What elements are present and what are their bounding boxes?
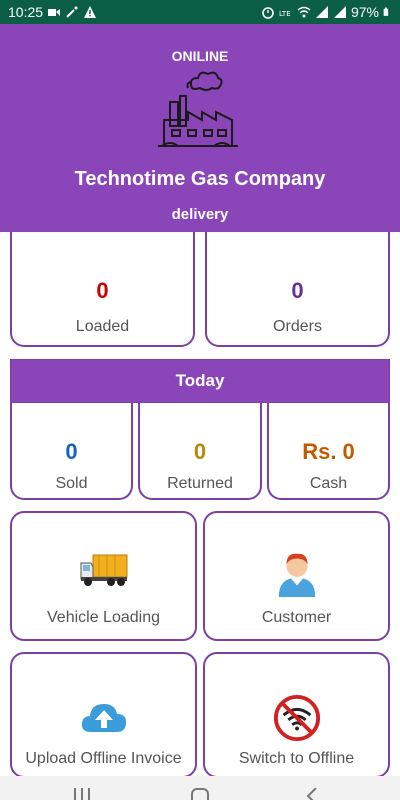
vehicle-loading-label: Vehicle Loading [47,609,160,626]
wifi-icon [297,6,311,18]
recents-icon[interactable] [72,788,92,800]
sold-label: Sold [55,475,88,492]
camera-icon [48,9,61,16]
today-title: Today [175,371,225,390]
signal-icon [315,6,328,18]
company-name: Technotime Gas Company [74,168,326,190]
loaded-label: Loaded [75,318,130,335]
cash-card[interactable]: Rs. 0 Cash [267,403,390,500]
back-icon[interactable] [302,788,322,800]
cash-label: Cash [309,475,348,492]
orders-card[interactable]: 0 Orders [205,232,390,347]
user-role: delivery [171,206,229,223]
magic-wand-icon [66,6,78,18]
home-icon[interactable] [190,788,210,800]
battery-icon [383,7,389,16]
warning-icon [84,6,97,18]
switch-to-offline-button[interactable]: Switch to Offline [203,652,390,778]
status-bar-left: 10:25 [8,4,97,20]
sold-value: 0 [65,439,78,464]
battery-level: 97% [350,4,379,20]
status-bar-right: LTE 97% [261,4,392,20]
header: ONILINE Technotime Gas Company delivery [0,24,400,232]
status-bar: 10:25 LTE 97% [0,0,400,24]
today-header: Today [10,359,390,403]
customer-button[interactable]: Customer [203,511,390,641]
sold-card[interactable]: 0 Sold [10,403,133,500]
orders-value: 0 [291,278,304,303]
factory-icon [158,71,238,147]
signal-icon [333,6,346,18]
alarm-icon [262,7,274,19]
returned-card[interactable]: 0 Returned [138,403,262,500]
returned-value: 0 [193,439,207,464]
volte-icon: LTE [279,10,291,18]
vehicle-loading-button[interactable]: Vehicle Loading [10,511,197,641]
cash-value: Rs. 0 [302,439,355,464]
upload-offline-invoice-label: Upload Offline Invoice [25,750,182,767]
truck-icon [80,554,127,586]
person-icon [278,553,315,597]
loaded-value: 0 [96,278,109,303]
customer-label: Customer [261,609,332,626]
returned-label: Returned [167,475,233,492]
clock: 10:25 [8,4,44,20]
svg-text:LTE: LTE [279,10,291,18]
cloud-upload-icon [81,704,126,732]
orders-label: Orders [273,318,322,335]
loaded-card[interactable]: 0 Loaded [10,232,195,347]
no-wifi-icon [273,694,320,742]
upload-offline-invoice-button[interactable]: Upload Offline Invoice [10,652,197,778]
connection-status: ONILINE [171,48,229,64]
switch-to-offline-label: Switch to Offline [238,750,355,767]
system-nav-bar [0,776,400,800]
